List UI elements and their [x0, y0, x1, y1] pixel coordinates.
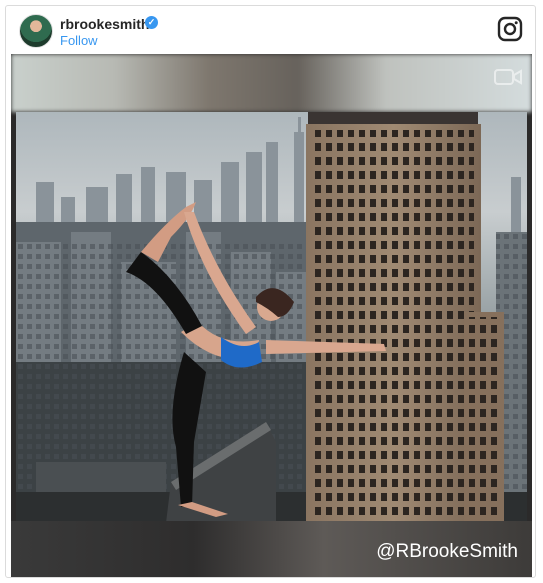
video-camera-icon	[494, 69, 522, 85]
photo-watermark: @RBrookeSmith	[376, 541, 518, 562]
instagram-logo-icon[interactable]	[497, 16, 523, 42]
username-link[interactable]: rbrookesmith	[60, 16, 149, 32]
blurred-background-top	[11, 54, 532, 112]
follow-button[interactable]: Follow	[60, 33, 98, 48]
instagram-embed-card: rbrookesmith ✓ Follow @RBrookeSmith	[5, 5, 536, 578]
post-header: rbrookesmith ✓ Follow	[6, 6, 535, 54]
post-media[interactable]: @RBrookeSmith	[11, 54, 532, 577]
avatar[interactable]	[19, 14, 53, 48]
verified-badge-icon: ✓	[145, 16, 158, 29]
yoga-rooftop-photo	[16, 112, 527, 523]
